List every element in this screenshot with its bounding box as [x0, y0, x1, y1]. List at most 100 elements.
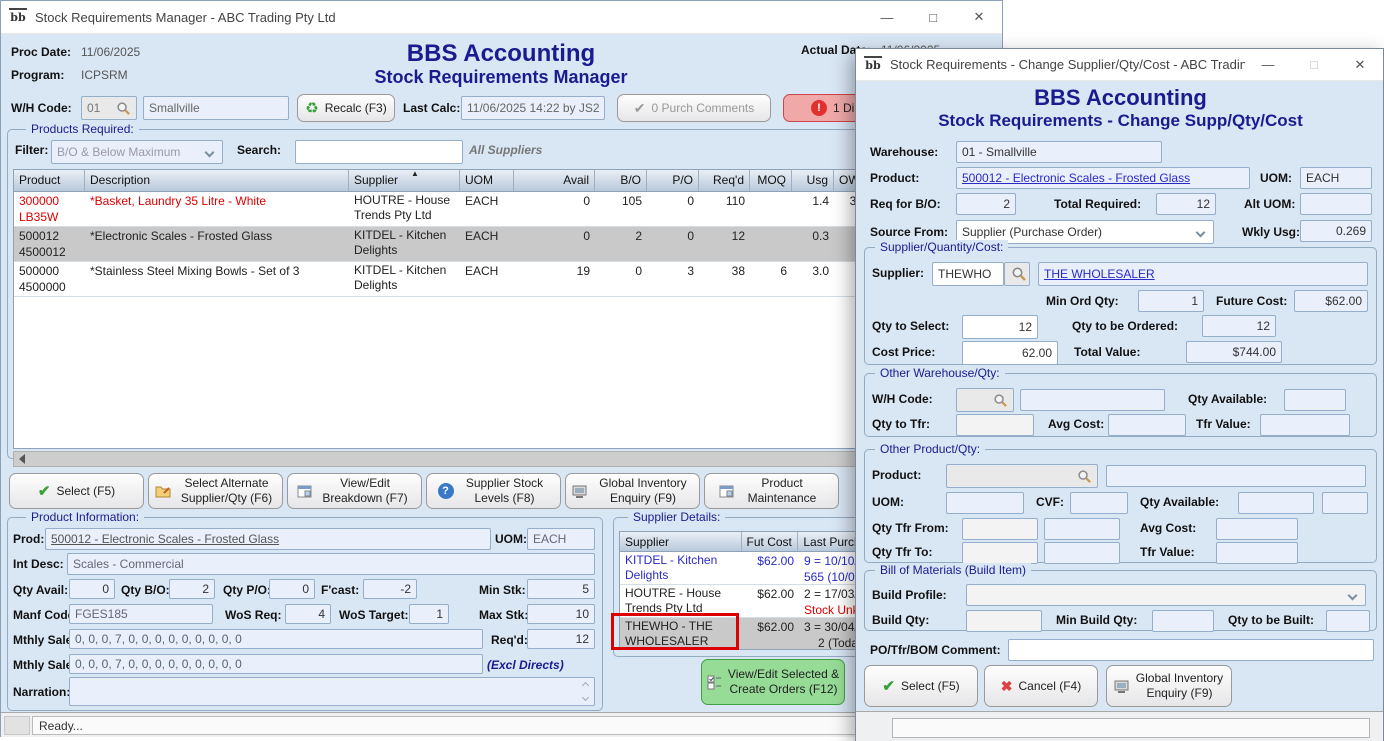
manf-code-field: FGES185: [69, 604, 213, 624]
build-qty-label: Build Qty:: [872, 613, 929, 627]
purch-comments-button[interactable]: ✔ 0 Purch Comments: [617, 94, 771, 122]
col-po[interactable]: P/O: [647, 170, 699, 191]
min-stk-label: Min Stk:: [479, 583, 526, 597]
build-profile-dropdown[interactable]: [966, 584, 1366, 606]
comment-input[interactable]: [1008, 639, 1374, 661]
tfr-value-field: [1216, 542, 1298, 564]
supplier-name-link[interactable]: THE WHOLESALER: [1038, 262, 1368, 286]
req-bo-label: Req for B/O:: [870, 197, 941, 211]
comment-label: PO/Tfr/BOM Comment:: [870, 643, 1001, 657]
col-supplier[interactable]: Supplier: [620, 532, 742, 551]
cross-icon: ✖: [1001, 678, 1013, 695]
highlight-rectangle: [611, 613, 739, 650]
view-edit-breakdown-button[interactable]: View/Edit Breakdown (F7): [287, 473, 422, 509]
wh-code-label: W/H Code:: [872, 392, 933, 406]
wh-code-value: 01: [87, 101, 100, 115]
qty-to-select-input[interactable]: [962, 315, 1038, 339]
col-supplier[interactable]: Supplier ▲: [349, 170, 460, 191]
product-desc-field: [1106, 465, 1366, 487]
spinner-icon[interactable]: [578, 680, 592, 703]
qty-tfr-to-alt-field: [1044, 542, 1120, 564]
cost-price-input[interactable]: [962, 341, 1058, 365]
supplier-details-label: Supplier Details:: [628, 510, 725, 524]
total-required-label: Total Required:: [1054, 197, 1141, 211]
col-description[interactable]: Description: [85, 170, 349, 191]
col-avail[interactable]: Avail: [514, 170, 595, 191]
product-information-label: Product Information:: [26, 510, 144, 524]
all-suppliers-label: All Suppliers: [469, 143, 542, 157]
supplier-stock-levels-button[interactable]: ? Supplier Stock Levels (F8): [426, 473, 561, 509]
check-icon: ✔: [38, 482, 51, 500]
fcast-field: -2: [363, 579, 417, 599]
filter-dropdown[interactable]: B/O & Below Maximum: [51, 140, 223, 164]
prod-field[interactable]: 500012 - Electronic Scales - Frosted Gla…: [45, 528, 491, 550]
future-cost-label: Future Cost:: [1216, 294, 1287, 308]
last-calc-label: Last Calc:: [403, 101, 460, 115]
table-row[interactable]: 300000LB35W *Basket, Laundry 35 Litre - …: [14, 192, 868, 227]
col-reqd[interactable]: Req'd: [699, 170, 750, 191]
product-lookup[interactable]: [946, 464, 1098, 488]
table-row[interactable]: 5000004500000 *Stainless Steel Mixing Bo…: [14, 262, 868, 297]
global-inventory-enquiry-button[interactable]: Global Inventory Enquiry (F9): [565, 473, 700, 509]
proc-date-value: 11/06/2025: [81, 45, 140, 59]
status-message: Ready...: [32, 716, 998, 735]
uom-field: EACH: [1300, 167, 1372, 189]
alert-icon: !: [811, 100, 827, 116]
sort-asc-icon: ▲: [411, 169, 419, 178]
cancel-button[interactable]: ✖ Cancel (F4): [984, 665, 1098, 707]
dialog-window: bb Stock Requirements - Change Supplier/…: [855, 48, 1384, 741]
qty-tfr-from-alt-field: [1044, 518, 1120, 540]
minimize-icon[interactable]: —: [1245, 49, 1291, 80]
wh-code-lookup[interactable]: 01: [81, 96, 137, 120]
main-titlebar: bb Stock Requirements Manager - ABC Trad…: [1, 1, 1002, 34]
col-fut-cost[interactable]: Fut Cost: [742, 532, 799, 551]
main-window-title: Stock Requirements Manager - ABC Trading…: [35, 10, 336, 25]
filter-label: Filter:: [15, 143, 48, 157]
horizontal-scrollbar[interactable]: [13, 451, 953, 467]
search-icon: [116, 101, 131, 116]
total-value-field: $744.00: [1186, 341, 1282, 363]
search-icon: [1077, 469, 1092, 484]
col-bo[interactable]: B/O: [595, 170, 647, 191]
int-desc-label: Int Desc:: [13, 557, 64, 571]
select-f5-button[interactable]: ✔ Select (F5): [9, 473, 144, 509]
total-value-label: Total Value:: [1074, 345, 1140, 359]
avg-cost-field: [1108, 414, 1186, 436]
product-maintenance-button[interactable]: Product Maintenance: [704, 473, 839, 509]
uom-field: [946, 492, 1024, 514]
create-orders-button[interactable]: View/Edit Selected & Create Orders (F12): [701, 659, 845, 705]
col-product[interactable]: Product: [14, 170, 85, 191]
alt-uom-field: [1300, 193, 1372, 215]
reqd-field: 12: [527, 629, 595, 649]
min-ord-qty-label: Min Ord Qty:: [1046, 294, 1119, 308]
col-usg[interactable]: Usg: [792, 170, 834, 191]
search-input[interactable]: [295, 140, 463, 164]
close-icon[interactable]: ✕: [956, 1, 1002, 33]
qty-tfr-from-field: [962, 518, 1038, 540]
maximize-icon[interactable]: □: [910, 1, 956, 33]
global-inventory-enquiry-button[interactable]: Global Inventory Enquiry (F9): [1106, 665, 1232, 707]
product-link-field[interactable]: 500012 - Electronic Scales - Frosted Gla…: [956, 167, 1250, 189]
supplier-lookup-button[interactable]: [1004, 262, 1030, 286]
wh-code-lookup[interactable]: [956, 388, 1014, 412]
select-button[interactable]: ✔ Select (F5): [864, 665, 978, 707]
recalc-button[interactable]: ♻ Recalc (F3): [297, 94, 395, 122]
table-row-selected[interactable]: 5000124500012 *Electronic Scales - Frost…: [14, 227, 868, 262]
wos-req-field: 4: [285, 604, 331, 624]
qty-available-field: [1284, 389, 1346, 411]
minimize-icon[interactable]: —: [864, 1, 910, 33]
avg-cost-label: Avg Cost:: [1048, 417, 1104, 431]
screen-title: Stock Requirements Manager: [141, 67, 861, 88]
scroll-left-icon[interactable]: [19, 454, 25, 464]
close-icon[interactable]: ✕: [1337, 49, 1383, 80]
qty-available-label: Qty Available:: [1140, 495, 1219, 509]
narration-field[interactable]: [69, 677, 595, 706]
dialog-screen-title: Stock Requirements - Change Supp/Qty/Cos…: [856, 111, 1384, 131]
col-uom[interactable]: UOM: [460, 170, 514, 191]
monitor-icon: [1114, 680, 1129, 693]
qty-po-field: 0: [269, 579, 315, 599]
supplier-code-input[interactable]: [932, 262, 1004, 286]
col-moq[interactable]: MOQ: [750, 170, 792, 191]
chevron-down-icon: [1196, 227, 1206, 237]
select-alternate-button[interactable]: Select Alternate Supplier/Qty (F6): [148, 473, 283, 509]
